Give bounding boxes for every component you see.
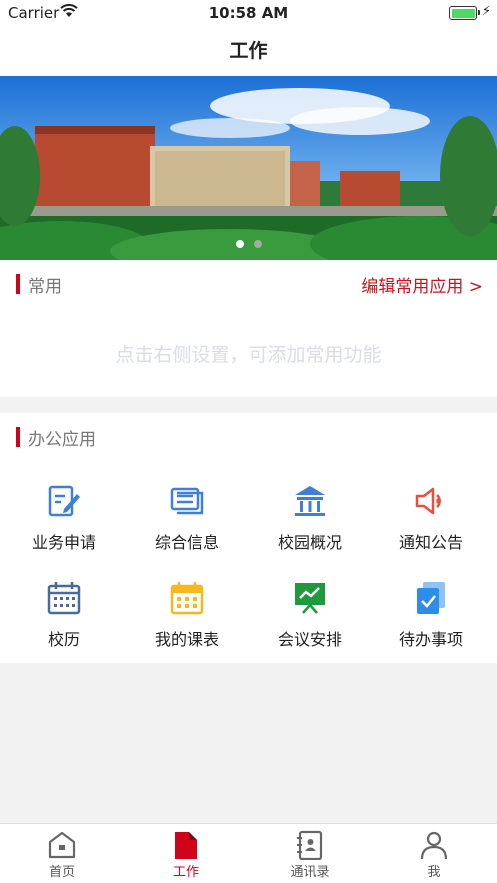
home-icon bbox=[48, 831, 76, 859]
section-marker bbox=[16, 427, 20, 447]
tab-profile[interactable]: 我 bbox=[372, 824, 496, 883]
tab-bar: 首页 工作 通讯录 我 bbox=[0, 823, 497, 883]
app-my-schedule[interactable]: 我的课表 bbox=[125, 580, 249, 670]
tab-label: 首页 bbox=[48, 865, 75, 880]
common-apps-title: 常用 bbox=[28, 277, 62, 297]
carousel-dots[interactable] bbox=[0, 233, 497, 252]
app-label: 会议安排 bbox=[277, 630, 342, 649]
office-apps-section: 办公应用 业务申请 综合信息 校园概况 通知公告 校历 我的课表 会议安排 待办… bbox=[0, 413, 497, 663]
office-apps-title: 办公应用 bbox=[28, 430, 96, 450]
tab-work[interactable]: 工作 bbox=[124, 824, 248, 883]
campus-building-icon bbox=[295, 486, 325, 516]
app-label: 综合信息 bbox=[154, 533, 219, 552]
app-campus-overview[interactable]: 校园概况 bbox=[248, 483, 372, 573]
status-time: 10:58 AM bbox=[208, 4, 289, 22]
app-label: 待办事项 bbox=[398, 630, 463, 649]
common-apps-section: 常用 编辑常用应用 > 点击右侧设置，可添加常用功能 bbox=[0, 260, 497, 397]
tab-label: 通讯录 bbox=[290, 865, 330, 880]
common-apps-header: 常用 编辑常用应用 > bbox=[0, 260, 497, 306]
app-school-calendar[interactable]: 校历 bbox=[2, 580, 126, 670]
carousel-dot-2[interactable] bbox=[253, 240, 262, 248]
charging-icon: ⚡ bbox=[481, 4, 491, 19]
app-label: 通知公告 bbox=[398, 533, 463, 552]
schedule-icon bbox=[170, 582, 204, 615]
contacts-icon bbox=[297, 830, 323, 860]
app-notices[interactable]: 通知公告 bbox=[369, 483, 493, 573]
tab-label: 工作 bbox=[172, 865, 199, 880]
app-label: 业务申请 bbox=[31, 533, 96, 552]
carousel-dot-1[interactable] bbox=[235, 240, 244, 248]
tab-contacts[interactable]: 通讯录 bbox=[248, 824, 372, 883]
tab-home[interactable]: 首页 bbox=[0, 824, 124, 883]
common-apps-empty-hint: 点击右侧设置，可添加常用功能 bbox=[115, 344, 382, 366]
app-label: 校园概况 bbox=[277, 533, 342, 552]
campus-banner[interactable] bbox=[0, 76, 497, 260]
app-general-info[interactable]: 综合信息 bbox=[125, 483, 249, 573]
profile-icon bbox=[420, 831, 448, 860]
app-business-application[interactable]: 业务申请 bbox=[2, 483, 126, 573]
app-label: 我的课表 bbox=[154, 630, 219, 649]
battery-icon bbox=[449, 6, 480, 20]
info-list-icon bbox=[170, 487, 204, 515]
app-label: 校历 bbox=[47, 630, 80, 649]
edit-common-apps-link[interactable]: 编辑常用应用 > bbox=[361, 272, 483, 297]
app-meeting-arrangement[interactable]: 会议安排 bbox=[248, 580, 372, 670]
work-doc-icon bbox=[175, 832, 197, 859]
speaker-icon bbox=[415, 487, 441, 515]
todo-icon bbox=[417, 582, 445, 614]
calendar-icon bbox=[47, 582, 81, 615]
tab-label: 我 bbox=[427, 865, 441, 880]
section-marker bbox=[16, 274, 20, 294]
office-apps-header: 办公应用 bbox=[0, 413, 497, 459]
page-title: 工作 bbox=[0, 26, 497, 76]
app-todo[interactable]: 待办事项 bbox=[369, 580, 493, 670]
edit-form-icon bbox=[48, 485, 80, 517]
status-bar: Carrier 10:58 AM ⚡ bbox=[0, 0, 497, 26]
meeting-board-icon bbox=[295, 583, 325, 614]
